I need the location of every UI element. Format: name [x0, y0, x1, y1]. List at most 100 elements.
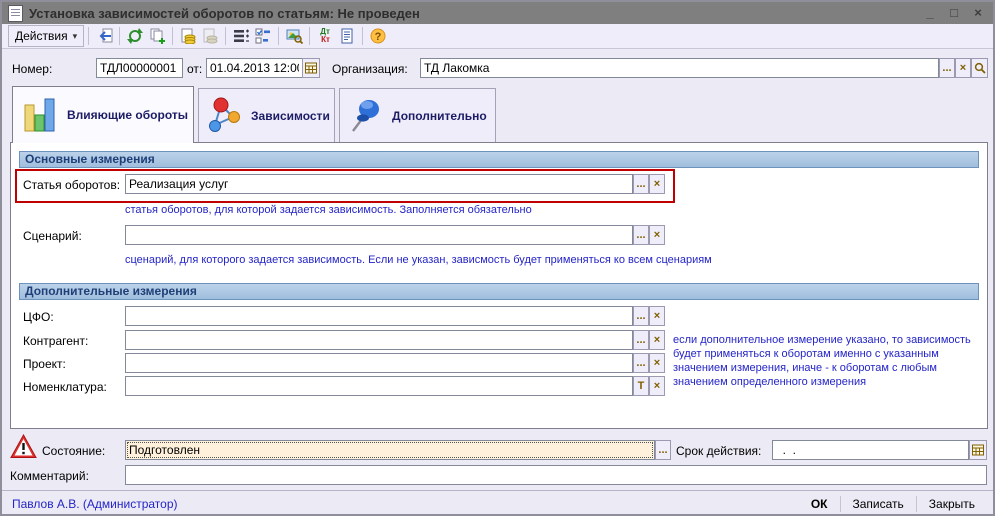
number-input[interactable]	[96, 58, 183, 78]
structure-list-icon	[233, 28, 249, 44]
date-from-label: от:	[187, 62, 202, 76]
help-icon: ?	[370, 28, 386, 44]
bottom-buttons: ОК Записать Закрыть	[799, 491, 993, 516]
cfo-input[interactable]	[125, 306, 633, 326]
document-icon	[8, 5, 23, 22]
ok-button[interactable]: ОК	[799, 495, 840, 513]
unpost-document-button[interactable]	[199, 26, 221, 46]
close-button[interactable]: ×	[971, 6, 985, 20]
post-document-icon	[180, 28, 196, 44]
cfo-select-button[interactable]: ...	[633, 306, 649, 326]
structure-list-button[interactable]	[230, 26, 252, 46]
refresh-button[interactable]	[124, 26, 146, 46]
comment-label: Комментарий:	[10, 469, 89, 483]
nomenclature-text-button[interactable]: T	[633, 376, 649, 396]
register-records-icon	[339, 28, 355, 44]
state-select-button[interactable]: ...	[655, 440, 671, 460]
contractor-input[interactable]	[125, 330, 633, 350]
bar-chart-icon	[21, 93, 59, 137]
scenario-hint: сценарий, для которого задается зависимо…	[125, 253, 712, 267]
scenario-clear-button[interactable]: ×	[649, 225, 665, 245]
article-hint: статья оборотов, для которой задается за…	[125, 203, 532, 217]
validity-input[interactable]	[772, 440, 969, 460]
comment-input[interactable]	[125, 465, 987, 485]
additional-dimensions-hint: если дополнительное измерение указано, т…	[673, 333, 985, 389]
calendar-icon	[972, 444, 984, 456]
chevron-down-icon: ▾	[73, 31, 78, 42]
number-label: Номер:	[12, 62, 52, 76]
tab-dependencies[interactable]: Зависимости	[198, 88, 335, 143]
scenario-label: Сценарий:	[23, 229, 82, 243]
turnover-article-input[interactable]	[125, 174, 633, 194]
organization-search-button[interactable]	[971, 58, 988, 78]
checklist-settings-icon	[255, 28, 271, 44]
scenario-input[interactable]	[125, 225, 633, 245]
project-select-button[interactable]: ...	[633, 353, 649, 373]
contractor-select-button[interactable]: ...	[633, 330, 649, 350]
unpost-document-icon	[202, 28, 218, 44]
validity-calendar-button[interactable]	[969, 440, 987, 460]
titlebar: Установка зависимостей оборотов по стать…	[2, 2, 993, 24]
toolbar-separator	[278, 27, 279, 45]
organization-label: Организация:	[332, 62, 408, 76]
save-return-button[interactable]	[93, 26, 115, 46]
actions-menu-button[interactable]: Действия ▾	[8, 25, 84, 47]
tab-influencing-turnovers[interactable]: Влияющие обороты	[12, 86, 194, 143]
close-form-button[interactable]: Закрыть	[917, 495, 987, 513]
find-in-list-button[interactable]	[283, 26, 305, 46]
tab-content-panel: Основные измерения Статья оборотов: ... …	[10, 142, 988, 429]
organization-input[interactable]	[420, 58, 939, 78]
date-input[interactable]	[206, 58, 303, 78]
contractor-clear-button[interactable]: ×	[649, 330, 665, 350]
checklist-settings-button[interactable]	[252, 26, 274, 46]
toolbar: Действия ▾ ДтКт ?	[2, 24, 993, 49]
statusbar: Павлов А.В. (Администратор) ОК Записать …	[2, 490, 993, 516]
tab-label: Влияющие обороты	[67, 108, 188, 122]
copy-add-icon	[149, 28, 165, 44]
warning-icon	[10, 434, 37, 459]
state-input[interactable]	[125, 440, 655, 460]
toolbar-separator	[88, 27, 89, 45]
molecule-icon	[207, 96, 243, 136]
project-label: Проект:	[23, 357, 66, 371]
project-clear-button[interactable]: ×	[649, 353, 665, 373]
cfo-clear-button[interactable]: ×	[649, 306, 665, 326]
date-calendar-button[interactable]	[302, 58, 320, 78]
minimize-button[interactable]: _	[923, 6, 937, 20]
article-select-button[interactable]: ...	[633, 174, 649, 194]
contractor-label: Контрагент:	[23, 334, 88, 348]
turnover-article-label: Статья оборотов:	[23, 178, 120, 192]
section-additional-dimensions: Дополнительные измерения	[19, 283, 979, 300]
toolbar-separator	[172, 27, 173, 45]
copy-add-button[interactable]	[146, 26, 168, 46]
maximize-button[interactable]: □	[947, 6, 961, 20]
article-clear-button[interactable]: ×	[649, 174, 665, 194]
window-title: Установка зависимостей оборотов по стать…	[29, 6, 420, 21]
scenario-select-button[interactable]: ...	[633, 225, 649, 245]
section-main-dimensions: Основные измерения	[19, 151, 979, 168]
toolbar-separator	[225, 27, 226, 45]
application-window: Установка зависимостей оборотов по стать…	[0, 0, 995, 516]
save-button[interactable]: Записать	[841, 495, 916, 513]
register-records-button[interactable]	[336, 26, 358, 46]
state-label: Состояние:	[42, 444, 105, 458]
organization-select-button[interactable]: ...	[939, 58, 955, 78]
save-return-icon	[96, 28, 113, 45]
help-button[interactable]: ?	[367, 26, 389, 46]
window-controls: _ □ ×	[923, 6, 993, 20]
toolbar-separator	[309, 27, 310, 45]
nomenclature-input[interactable]	[125, 376, 633, 396]
post-document-button[interactable]	[177, 26, 199, 46]
validity-label: Срок действия:	[676, 444, 761, 458]
project-input[interactable]	[125, 353, 633, 373]
pushpin-icon	[348, 95, 384, 137]
refresh-icon	[127, 28, 143, 44]
calendar-icon	[305, 62, 317, 74]
organization-clear-button[interactable]: ×	[955, 58, 971, 78]
find-in-list-icon	[286, 28, 303, 44]
nomenclature-label: Номенклатура:	[23, 380, 107, 394]
dt-kt-button[interactable]: ДтКт	[314, 26, 336, 46]
tab-additional[interactable]: Дополнительно	[339, 88, 496, 143]
svg-text:?: ?	[375, 31, 382, 43]
nomenclature-clear-button[interactable]: ×	[649, 376, 665, 396]
